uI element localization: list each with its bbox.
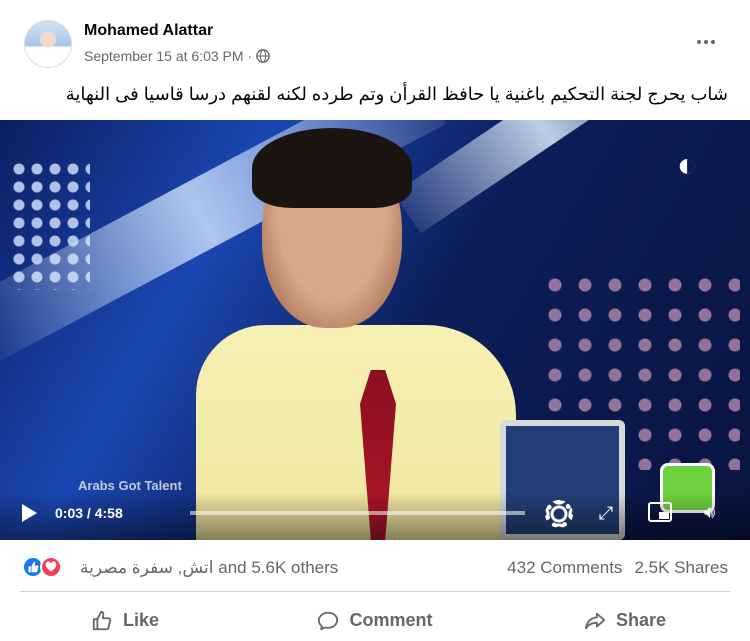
video-time: 0:03 / 4:58 [55, 505, 123, 521]
comments-count[interactable]: 432 Comments [507, 558, 622, 578]
like-label: Like [122, 610, 160, 630]
post-actions: Like Comment Share [0, 600, 750, 641]
video-watermark: Arabs Got Talent [78, 478, 182, 493]
comment-label: Comment [349, 610, 433, 630]
post-text: شاب يحرج لجنة التحكيم باغنية يا حافظ الق… [65, 84, 728, 104]
divider [20, 591, 730, 592]
video-player[interactable]: ◐ Arabs Got Talent 0:03 / 4:58 ⤢ 🔊︎ [0, 120, 750, 540]
fullscreen-icon[interactable]: ⤢ [596, 503, 616, 523]
dot-icon [711, 40, 715, 44]
reaction-summary[interactable]: اتش, سفرة مصرية and 5.6K others [80, 558, 338, 578]
reactor-names: اتش, سفرة مصرية [80, 558, 214, 577]
volume-icon[interactable]: 🔊︎ [704, 500, 730, 524]
share-label: Share [615, 610, 667, 630]
duration: 4:58 [94, 505, 123, 521]
like-button[interactable]: Like [0, 600, 250, 641]
engagement-counts: 432 Comments 2.5K Shares [507, 558, 728, 578]
time-separator: / [83, 505, 95, 521]
globe-icon[interactable] [256, 49, 271, 63]
reactor-others: and 5.6K others [218, 558, 339, 577]
reaction-icons[interactable] [22, 556, 72, 578]
love-reaction-icon [40, 556, 62, 578]
dot-icon [697, 40, 701, 44]
dot-icon [704, 40, 708, 44]
video-progress-bar[interactable] [190, 511, 525, 515]
comment-icon [318, 611, 339, 630]
current-time: 0:03 [55, 505, 84, 521]
channel-logo-icon: ◐ [676, 146, 698, 184]
video-frame-person-hair [252, 128, 412, 208]
share-button[interactable]: Share [500, 600, 750, 641]
settings-gear-icon[interactable] [545, 500, 573, 528]
share-arrow-icon [584, 612, 606, 629]
post-meta: September 15 at 6:03 PM · [84, 48, 271, 64]
play-icon[interactable] [22, 504, 37, 522]
picture-in-picture-icon[interactable] [648, 502, 672, 522]
comment-button[interactable]: Comment [250, 600, 500, 641]
video-frame-stage-light [393, 120, 687, 234]
thumbs-up-icon [92, 610, 112, 630]
meta-separator: · [247, 48, 253, 64]
author-avatar[interactable] [24, 20, 72, 68]
facebook-post: Mohamed Alattar September 15 at 6:03 PM … [0, 0, 750, 641]
post-header: Mohamed Alattar September 15 at 6:03 PM … [0, 0, 750, 80]
shares-count[interactable]: 2.5K Shares [634, 558, 728, 578]
more-options-button[interactable] [690, 30, 722, 54]
video-frame-lights [10, 160, 90, 290]
reactions-bar: اتش, سفرة مصرية and 5.6K others 432 Comm… [0, 548, 750, 588]
author-name[interactable]: Mohamed Alattar [84, 22, 213, 40]
post-timestamp[interactable]: September 15 at 6:03 PM [84, 48, 244, 64]
